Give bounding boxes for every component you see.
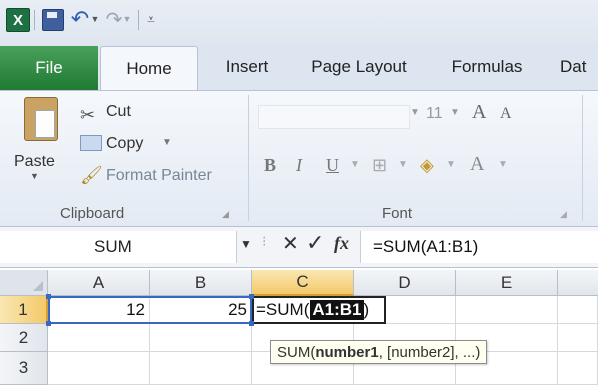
customize-toolbar-icon[interactable]: ⩡ (144, 8, 158, 30)
undo-dropdown-icon[interactable]: ▼ (90, 8, 100, 30)
toolbar-separator (138, 10, 139, 30)
cut-button[interactable]: Cut (106, 103, 131, 121)
row-header-2[interactable]: 2 (0, 324, 48, 352)
chevron-down-icon[interactable]: ▼ (498, 159, 508, 170)
row-header-3[interactable]: 3 (0, 352, 48, 385)
tab-insert[interactable]: Insert (200, 44, 294, 90)
chevron-down-icon[interactable]: ▼ (350, 159, 360, 170)
font-color-button[interactable]: A (470, 153, 484, 176)
bold-button[interactable]: B (264, 155, 276, 176)
cell-f2[interactable] (558, 324, 598, 352)
scissors-icon[interactable]: ✂ (80, 105, 95, 126)
borders-icon[interactable]: ⊞ (372, 155, 387, 176)
chevron-down-icon[interactable]: ▼ (450, 107, 460, 118)
range-handle[interactable] (249, 321, 254, 326)
select-all-corner[interactable] (0, 270, 48, 296)
formula-suffix: ) (363, 300, 370, 319)
function-tooltip: SUM(number1, [number2], ...) (270, 340, 488, 364)
cell-e1[interactable] (456, 296, 558, 324)
cell-f1[interactable] (558, 296, 598, 324)
cell-a2[interactable] (48, 324, 150, 352)
grow-font-button[interactable]: A (472, 101, 486, 124)
fill-color-icon[interactable]: ◈ (420, 155, 434, 176)
column-header-a[interactable]: A (48, 270, 150, 296)
copy-button[interactable]: Copy (106, 135, 143, 153)
cell-a3[interactable] (48, 352, 150, 385)
chevron-down-icon[interactable]: ▼ (240, 237, 252, 251)
clipboard-group-label: Clipboard (60, 205, 125, 222)
formula-bar: SUM ▼ ⁝ ✕ ✓ fx =SUM(A1:B1) (0, 226, 598, 268)
paste-button[interactable]: Paste (14, 153, 55, 171)
formula-input[interactable]: =SUM(A1:B1) (360, 231, 598, 263)
toolbar-separator (34, 10, 35, 30)
chevron-down-icon[interactable]: ▼ (162, 137, 172, 148)
insert-function-icon[interactable]: fx (334, 233, 349, 254)
range-reference-highlight: A1:B1 (310, 300, 364, 320)
enter-icon[interactable]: ✓ (306, 230, 324, 256)
column-header-e[interactable]: E (456, 270, 558, 296)
font-name-combo[interactable] (258, 105, 410, 129)
tab-formulas[interactable]: Formulas (436, 44, 538, 90)
cell-f3[interactable] (558, 352, 598, 385)
font-group-label: Font (382, 205, 413, 222)
column-header-f[interactable] (558, 270, 598, 296)
tab-home[interactable]: Home (100, 46, 198, 90)
format-painter-button[interactable]: Format Painter (106, 167, 212, 185)
redo-dropdown-icon[interactable]: ▼ (122, 8, 132, 30)
formula-text: =SUM(A1:B1) (373, 237, 479, 256)
tooltip-function[interactable]: SUM( (277, 344, 315, 361)
tab-page-layout[interactable]: Page Layout (296, 44, 422, 90)
name-box[interactable]: SUM (0, 231, 237, 263)
cell-b2[interactable] (150, 324, 252, 352)
tooltip-rest: , [number2], ...) (378, 343, 481, 361)
paste-icon[interactable] (24, 97, 58, 141)
range-handle[interactable] (249, 294, 254, 299)
excel-logo-icon[interactable]: X (6, 8, 30, 32)
dialog-launcher-icon[interactable]: ◢ (560, 209, 567, 220)
dialog-launcher-icon[interactable]: ◢ (222, 209, 229, 220)
copy-icon[interactable] (80, 135, 102, 151)
formula-bar-separator: ⁝ (262, 233, 267, 249)
chevron-down-icon[interactable]: ▼ (410, 107, 420, 118)
ribbon: Paste ▼ ✂ Cut Copy ▼ 🖌 Format Painter Cl… (0, 90, 598, 227)
ribbon-tabs: File Home Insert Page Layout Formulas Da… (0, 44, 598, 90)
cell-c1-editor[interactable]: =SUM(A1:B1) (252, 296, 386, 324)
quick-access-toolbar: X ↶ ▼ ↷ ▼ ⩡ (0, 0, 598, 45)
tooltip-current-arg[interactable]: number1 (315, 344, 378, 361)
cancel-icon[interactable]: ✕ (282, 231, 299, 256)
group-divider (248, 95, 249, 221)
tab-data[interactable]: Dat (560, 44, 598, 90)
format-painter-icon[interactable]: 🖌 (80, 165, 103, 186)
chevron-down-icon[interactable]: ▼ (30, 171, 39, 181)
italic-button[interactable]: I (296, 155, 302, 176)
range-handle[interactable] (46, 321, 51, 326)
chevron-down-icon[interactable]: ▼ (398, 159, 408, 170)
chevron-down-icon[interactable]: ▼ (446, 159, 456, 170)
referenced-range-highlight (48, 296, 252, 324)
redo-icon[interactable]: ↷ (104, 6, 124, 32)
font-size-combo[interactable]: 11 (426, 105, 443, 123)
group-divider (582, 95, 583, 221)
cell-b3[interactable] (150, 352, 252, 385)
row-header-1[interactable]: 1 (0, 296, 48, 324)
range-handle[interactable] (46, 294, 51, 299)
column-header-b[interactable]: B (150, 270, 252, 296)
worksheet-grid: A B C D E 1 2 3 12 25 =SUM(A1:B1) SUM(nu… (0, 270, 598, 385)
underline-button[interactable]: U (326, 155, 339, 176)
column-header-c[interactable]: C (252, 270, 354, 296)
shrink-font-button[interactable]: A (500, 105, 512, 123)
formula-prefix: =SUM( (256, 300, 310, 319)
column-header-d[interactable]: D (354, 270, 456, 296)
undo-icon[interactable]: ↶ (68, 6, 92, 32)
tab-file[interactable]: File (0, 46, 98, 90)
save-icon[interactable] (42, 9, 64, 31)
name-box-value: SUM (94, 237, 132, 256)
